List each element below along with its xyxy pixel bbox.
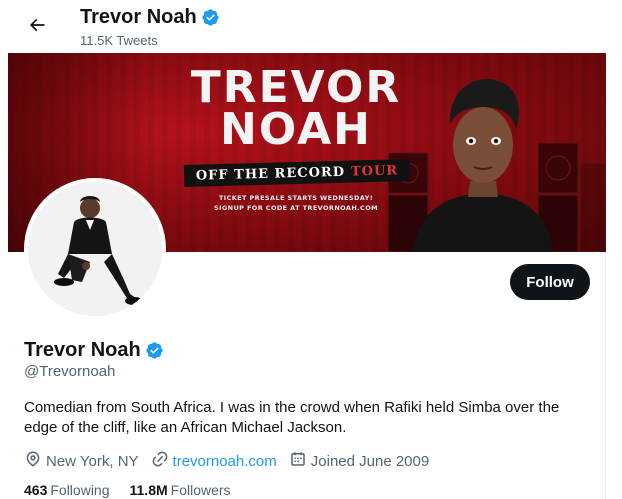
header-title: Trevor Noah [80, 6, 197, 28]
profile-name: Trevor Noah [24, 339, 141, 361]
banner-headline-line1: TREVOR [190, 62, 402, 113]
banner-small-line1: TICKET PRESALE STARTS WEDNESDAY! [218, 194, 374, 202]
profile-page: Trevor Noah 11.5K Tweets TREVOR NOAH OFF… [8, 0, 606, 499]
profile-bio: Comedian from South Africa. I was in the… [24, 399, 560, 436]
verified-badge-icon [145, 341, 164, 360]
follow-button[interactable]: Follow [510, 264, 590, 300]
banner-ribbon-main: OFF THE RECORD [195, 164, 346, 184]
banner-small-print: TICKET PRESALE STARTS WEDNESDAY! SIGNUP … [176, 193, 416, 213]
header-title-row: Trevor Noah [80, 6, 220, 29]
back-button[interactable] [20, 10, 54, 44]
banner-ribbon-tour: TOUR [350, 162, 399, 180]
following-stat[interactable]: 463 Following [24, 482, 110, 498]
avatar[interactable] [24, 178, 166, 320]
website-item: trevornoah.com [151, 450, 277, 472]
followers-label: Followers [170, 482, 231, 498]
tweet-count: 11.5K Tweets [80, 33, 158, 48]
avatar-photo [28, 182, 162, 316]
follow-stats: 463 Following 11.8M Followers [24, 482, 251, 498]
profile-name-row: Trevor Noah [24, 339, 164, 362]
location-item: New York, NY [24, 450, 139, 472]
banner-person-image [413, 78, 553, 252]
profile-handle: @Trevornoah [24, 363, 116, 380]
followers-stat[interactable]: 11.8M Followers [130, 482, 231, 498]
banner-headline-line2: NOAH [220, 104, 372, 155]
verified-badge-icon [201, 8, 220, 27]
arrow-left-icon [27, 15, 47, 40]
joined-text: Joined June 2009 [310, 452, 430, 470]
followers-count: 11.8M [129, 482, 168, 498]
calendar-icon [289, 450, 307, 472]
joined-item: Joined June 2009 [289, 450, 429, 472]
banner-headline: TREVOR NOAH [176, 62, 416, 155]
link-icon [151, 450, 169, 472]
banner-small-line2: SIGNUP FOR CODE AT TREVORNOAH.COM [213, 204, 379, 212]
location-pin-icon [24, 450, 42, 472]
website-link[interactable]: trevornoah.com [173, 453, 277, 470]
profile-meta: New York, NY trevornoah.com Joined June … [24, 450, 441, 472]
location-text: New York, NY [46, 452, 139, 470]
following-label: Following [50, 482, 110, 498]
top-bar: Trevor Noah 11.5K Tweets [8, 0, 606, 53]
following-count: 463 [24, 482, 48, 498]
